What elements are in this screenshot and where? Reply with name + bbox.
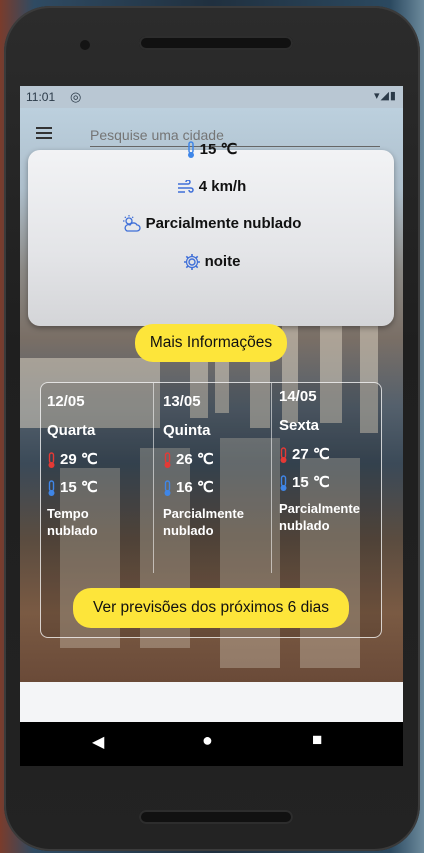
forecast-min: 15 ℃: [279, 473, 330, 492]
thermometer-hot-icon: [48, 451, 55, 468]
forecast-max: 27 ℃: [279, 445, 330, 464]
screen: 11:01 ◎ ▾◢▮ 15 ℃: [20, 86, 403, 766]
forecast-date: 14/05: [279, 388, 317, 405]
forecast-max: 26 ℃: [163, 450, 214, 469]
forecast-day: 12/05 Quarta 29 ℃ 15 ℃ Tempo nublado: [41, 383, 156, 573]
current-weather-card: [28, 150, 394, 326]
condition-row: Parcialmente nublado: [20, 215, 403, 233]
forecast-panel: 12/05 Quarta 29 ℃ 15 ℃ Tempo nublado 13/0…: [40, 382, 382, 638]
menu-icon[interactable]: [36, 127, 52, 139]
condition-text: Parcialmente nublado: [145, 215, 302, 232]
thermometer-cold-icon: [48, 479, 55, 496]
partly-cloudy-icon: [122, 215, 141, 232]
back-icon[interactable]: ◀: [92, 732, 104, 752]
thermometer-hot-icon: [280, 446, 287, 463]
wind-icon: [177, 180, 194, 193]
forecast-date: 13/05: [163, 393, 201, 410]
forecast-weekday: Sexta: [279, 417, 320, 434]
top-speaker: [139, 36, 293, 50]
system-status-icons: ▾◢▮: [373, 90, 397, 102]
app-content: 15 ℃ 4 km/h Parcialmente nublado noite: [20, 108, 403, 682]
next-days-forecast-button[interactable]: Ver previsões dos próximos 6 dias: [73, 588, 349, 628]
forecast-date: 12/05: [47, 393, 85, 410]
forecast-day: 14/05 Sexta 27 ℃ 15 ℃ Parcialmente nublad…: [273, 383, 388, 573]
recents-icon[interactable]: ■: [312, 730, 322, 750]
forecast-min: 16 ℃: [163, 478, 214, 497]
forecast-max: 29 ℃: [47, 450, 98, 469]
thermometer-cold-icon: [164, 479, 171, 496]
gear-icon: [183, 254, 200, 271]
forecast-condition: Tempo nublado: [47, 506, 98, 538]
more-info-button[interactable]: Mais Informações: [135, 324, 287, 362]
forecast-weekday: Quinta: [163, 422, 211, 439]
forecast-condition: Parcialmente nublado: [279, 501, 360, 533]
wind-speed: 4 km/h: [198, 178, 247, 195]
thermometer-hot-icon: [164, 451, 171, 468]
forecast-divider: [153, 383, 154, 573]
home-icon[interactable]: ●: [202, 730, 213, 751]
forecast-day: 13/05 Quinta 26 ℃ 16 ℃ Parcialmente nubla…: [157, 383, 272, 573]
wind-row: 4 km/h: [20, 178, 403, 195]
status-bar: 11:01 ◎ ▾◢▮: [20, 86, 403, 108]
current-temperature: 15 ℃: [199, 141, 238, 158]
bottom-speaker: [139, 810, 293, 824]
thermometer-icon: [187, 141, 194, 159]
temperature-row: 15 ℃: [20, 140, 403, 159]
accessibility-icon: ◎: [70, 89, 82, 104]
forecast-divider: [271, 383, 272, 573]
status-time: 11:01: [26, 90, 56, 104]
forecast-condition: Parcialmente nublado: [163, 506, 244, 538]
period-row: noite: [20, 253, 403, 271]
forecast-min: 15 ℃: [47, 478, 98, 497]
bottom-blank-area: [20, 682, 403, 722]
android-nav-bar: ◀ ● ■: [20, 722, 403, 766]
thermometer-cold-icon: [280, 474, 287, 491]
period-text: noite: [204, 253, 241, 270]
front-camera: [80, 40, 90, 50]
forecast-weekday: Quarta: [47, 422, 96, 439]
